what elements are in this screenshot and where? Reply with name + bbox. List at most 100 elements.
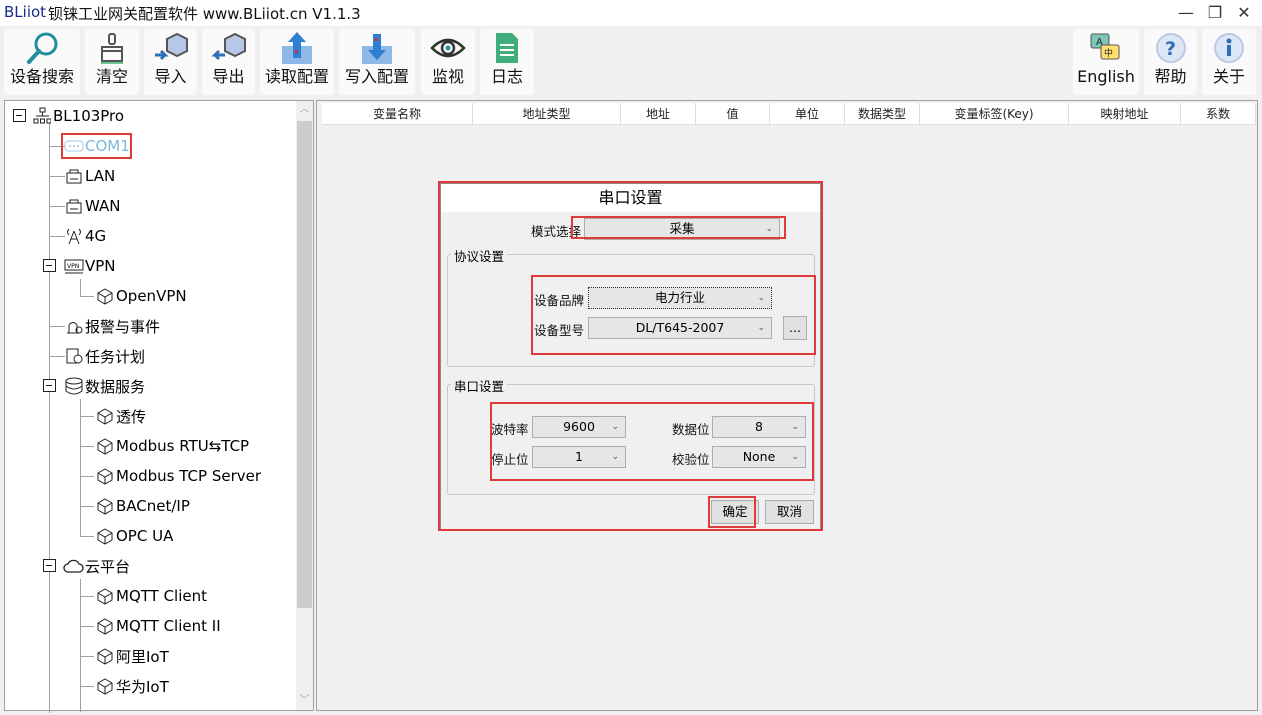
tree-node-aliyun-iot[interactable]: 阿里IoT [94, 645, 169, 667]
export-label: 导出 [212, 67, 245, 86]
tree-node-opc-ua[interactable]: OPC UA [94, 525, 173, 547]
monitor-label: 监视 [431, 67, 464, 86]
tree-node-label: MQTT Client II [116, 617, 221, 635]
tree-node-data-service[interactable]: 数据服务 [63, 375, 145, 397]
column-header[interactable]: 映射地址 [1069, 103, 1181, 124]
tree-node-4g[interactable]: 4G [63, 225, 106, 247]
read-config-button[interactable]: 读取配置 [260, 29, 334, 95]
ethernet-icon [63, 196, 85, 216]
network-topology-icon [31, 106, 53, 126]
tree-node-bacnet[interactable]: BACnet/IP [94, 495, 190, 517]
tree-node-schedule[interactable]: 任务计划 [63, 345, 145, 367]
tree-node-alarm[interactable]: 报警与事件 [63, 315, 160, 337]
highlight-ok [708, 496, 756, 528]
collapse-toggle-vpn[interactable] [43, 259, 56, 272]
tree-node-openvpn[interactable]: OpenVPN [94, 285, 187, 307]
tree-node-passthrough[interactable]: 透传 [94, 405, 146, 427]
column-header[interactable]: 数据类型 [845, 103, 920, 124]
search-icon [4, 29, 80, 67]
collapse-toggle-root[interactable] [13, 109, 26, 122]
svg-text:中: 中 [1104, 47, 1113, 59]
tree-node-label: 4G [85, 227, 107, 245]
tree-node-mqtt-client[interactable]: MQTT Client [94, 585, 207, 607]
cube-icon [94, 466, 116, 486]
tree-node-label: Modbus RTU⇆TCP [116, 437, 250, 455]
upload-icon [260, 29, 334, 67]
variable-table-header: 变量名称 地址类型 地址 值 单位 数据类型 变量标签(Key) 映射地址 系数 [322, 103, 1256, 125]
serial-settings-dialog: 串口设置 模式选择 采集 ⌄ 协议设置 设备品牌 电力行业 ⌄ 设备型号 DL/T6… [438, 181, 823, 531]
language-label: English [1077, 67, 1135, 86]
tree-scrollbar[interactable]: ︿ ﹀ [296, 101, 313, 710]
cube-icon [94, 286, 116, 306]
restore-button[interactable]: ❐ [1203, 2, 1227, 24]
cloud-icon [63, 556, 85, 576]
import-button[interactable]: 导入 [144, 29, 197, 95]
scroll-up-icon[interactable]: ︿ [296, 101, 313, 119]
about-button[interactable]: 关于 [1202, 29, 1256, 95]
tree-node-label: BACnet/IP [116, 497, 190, 515]
column-header[interactable]: 系数 [1181, 103, 1256, 124]
help-button[interactable]: ? 帮助 [1144, 29, 1197, 95]
minimize-button[interactable]: — [1174, 2, 1198, 24]
toolbar: 设备搜索 清空 导入 导出 读取配置 写入配置 监视 日志 A中 English… [0, 26, 1262, 98]
collapse-toggle-cloud[interactable] [43, 559, 56, 572]
tree-line [80, 579, 81, 712]
help-icon: ? [1144, 29, 1197, 67]
log-icon [480, 29, 534, 67]
tree-node-label: BL103Pro [53, 107, 125, 125]
cube-icon [94, 436, 116, 456]
antenna-icon [63, 226, 85, 246]
tree-node-label: OpenVPN [116, 287, 187, 305]
tree-node-lan[interactable]: LAN [63, 165, 115, 187]
tree-node-label: 华为IoT [116, 677, 169, 696]
read-config-label: 读取配置 [264, 67, 329, 86]
cube-icon [94, 586, 116, 606]
download-icon [339, 29, 415, 67]
tree-node-vpn[interactable]: VPN VPN [63, 255, 116, 277]
column-header[interactable]: 变量名称 [322, 103, 473, 124]
tree-node-modbus-rtu-tcp[interactable]: Modbus RTU⇆TCP [94, 435, 249, 457]
write-config-button[interactable]: 写入配置 [339, 29, 415, 95]
column-header[interactable]: 值 [696, 103, 770, 124]
monitor-button[interactable]: 监视 [421, 29, 475, 95]
cube-icon [94, 406, 116, 426]
tree-node-label: WAN [85, 197, 121, 215]
info-icon [1202, 29, 1256, 67]
language-icon: A中 [1073, 29, 1139, 67]
tree-node-label: COM1 [85, 137, 130, 155]
tree-node-root[interactable]: BL103Pro [31, 105, 124, 127]
device-search-button[interactable]: 设备搜索 [4, 29, 80, 95]
tree-line [80, 399, 81, 537]
log-button[interactable]: 日志 [480, 29, 534, 95]
tree-node-label: 透传 [116, 407, 147, 426]
tree-node-label: 云平台 [85, 557, 131, 576]
column-header[interactable]: 地址 [621, 103, 696, 124]
export-button[interactable]: 导出 [202, 29, 255, 95]
close-button[interactable]: ✕ [1232, 2, 1256, 24]
column-header[interactable]: 地址类型 [473, 103, 621, 124]
scroll-thumb[interactable] [297, 121, 312, 608]
tree-node-wan[interactable]: WAN [63, 195, 121, 217]
tree-node-mqtt-client-ii[interactable]: MQTT Client II [94, 615, 221, 637]
collapse-toggle-data-service[interactable] [43, 379, 56, 392]
column-header[interactable]: 变量标签(Key) [920, 103, 1069, 124]
eye-icon [421, 29, 475, 67]
scroll-down-icon[interactable]: ﹀ [296, 692, 313, 710]
highlight-protocol [531, 275, 816, 355]
tree-node-cloud[interactable]: 云平台 [63, 555, 130, 577]
tree-node-com1[interactable]: COM1 [61, 133, 132, 159]
language-button[interactable]: A中 English [1073, 29, 1139, 95]
tree-node-huawei-iot[interactable]: 华为IoT [94, 675, 169, 697]
broom-icon [85, 29, 139, 67]
tree-node-modbus-tcp-server[interactable]: Modbus TCP Server [94, 465, 261, 487]
cube-icon [94, 646, 116, 666]
tree-node-label: 数据服务 [85, 377, 146, 396]
tree-line [80, 279, 81, 297]
clear-button[interactable]: 清空 [85, 29, 139, 95]
tree-node-label: MQTT Client [116, 587, 208, 605]
tree-node-label: 报警与事件 [85, 317, 161, 336]
import-icon [144, 29, 197, 67]
alarm-icon [63, 316, 85, 336]
ethernet-icon [63, 166, 85, 186]
column-header[interactable]: 单位 [770, 103, 845, 124]
